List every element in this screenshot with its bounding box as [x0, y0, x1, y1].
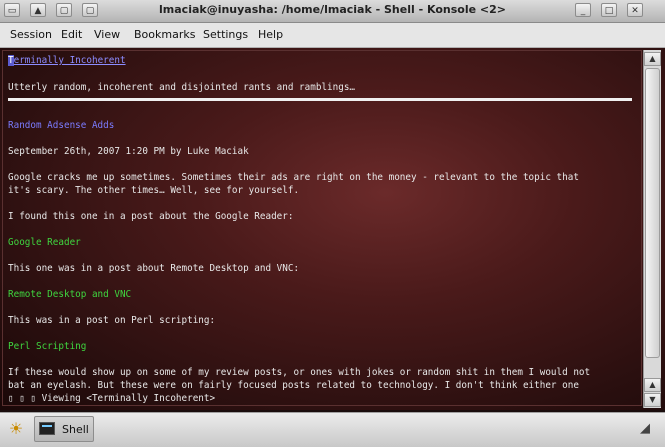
task-label: Shell [62, 423, 89, 436]
link-google-reader[interactable]: Google Reader [8, 237, 81, 248]
taskbar: ☀ Shell ◢ [0, 412, 665, 447]
site-title-link[interactable]: Terminally Incoherent [8, 55, 126, 66]
task-button-shell[interactable]: Shell [34, 416, 94, 442]
scroll-down-icon[interactable]: ▼ [644, 393, 661, 407]
title-bar: ▭ ▲ ▢ ▢ lmaciak@inuyasha: /home/lmaciak … [0, 0, 665, 23]
scroll-up-icon[interactable]: ▲ [644, 52, 661, 66]
window-title: lmaciak@inuyasha: /home/lmaciak - Shell … [159, 3, 506, 16]
terminal-view[interactable]: Terminally Incoherent Utterly random, in… [0, 48, 665, 410]
terminal-icon [39, 422, 55, 435]
menu-view[interactable]: View [94, 28, 120, 41]
menu-bar: Session Edit View Bookmarks Settings Hel… [0, 23, 665, 48]
menu-edit[interactable]: Edit [61, 28, 82, 41]
paragraph-2: I found this one in a post about the Goo… [8, 211, 294, 222]
paragraph-3: This one was in a post about Remote Desk… [8, 263, 300, 274]
menu-settings[interactable]: Settings [203, 28, 248, 41]
horizontal-rule [8, 98, 632, 101]
browser-status-line: ▯ ▯ ▯ Viewing <Terminally Incoherent> [8, 393, 216, 404]
link-perl-scripting[interactable]: Perl Scripting [8, 341, 86, 352]
close-button[interactable]: ✕ [627, 3, 643, 17]
minimize-button[interactable]: _ [575, 3, 591, 17]
site-title-rest: erminally Incoherent [13, 55, 126, 66]
resize-grip-icon[interactable]: ◢ [640, 421, 650, 436]
paragraph-1a: Google cracks me up sometimes. Sometimes… [8, 172, 579, 183]
paragraph-5b: bat an eyelash. But these were on fairly… [8, 380, 579, 391]
weather-icon[interactable]: ☀ [4, 418, 28, 440]
maximize-button[interactable]: □ [601, 3, 617, 17]
paragraph-5a: If these would show up on some of my rev… [8, 367, 591, 378]
scroll-up-lower-icon[interactable]: ▲ [644, 378, 661, 392]
paragraph-1b: it's scary. The other times… Well, see f… [8, 185, 300, 196]
post-title-link[interactable]: Random Adsense Adds [8, 120, 114, 131]
terminal-frame [2, 50, 642, 406]
vertical-scrollbar[interactable]: ▲ ▲ ▼ [643, 50, 661, 408]
paragraph-4: This was in a post on Perl scripting: [8, 315, 216, 326]
post-meta: September 26th, 2007 1:20 PM by Luke Mac… [8, 146, 249, 157]
menu-session[interactable]: Session [10, 28, 52, 41]
link-remote-desktop[interactable]: Remote Desktop and VNC [8, 289, 131, 300]
menu-help[interactable]: Help [258, 28, 283, 41]
menu-bookmarks[interactable]: Bookmarks [134, 28, 195, 41]
scrollbar-thumb[interactable] [645, 68, 660, 358]
site-tagline: Utterly random, incoherent and disjointe… [8, 82, 356, 93]
